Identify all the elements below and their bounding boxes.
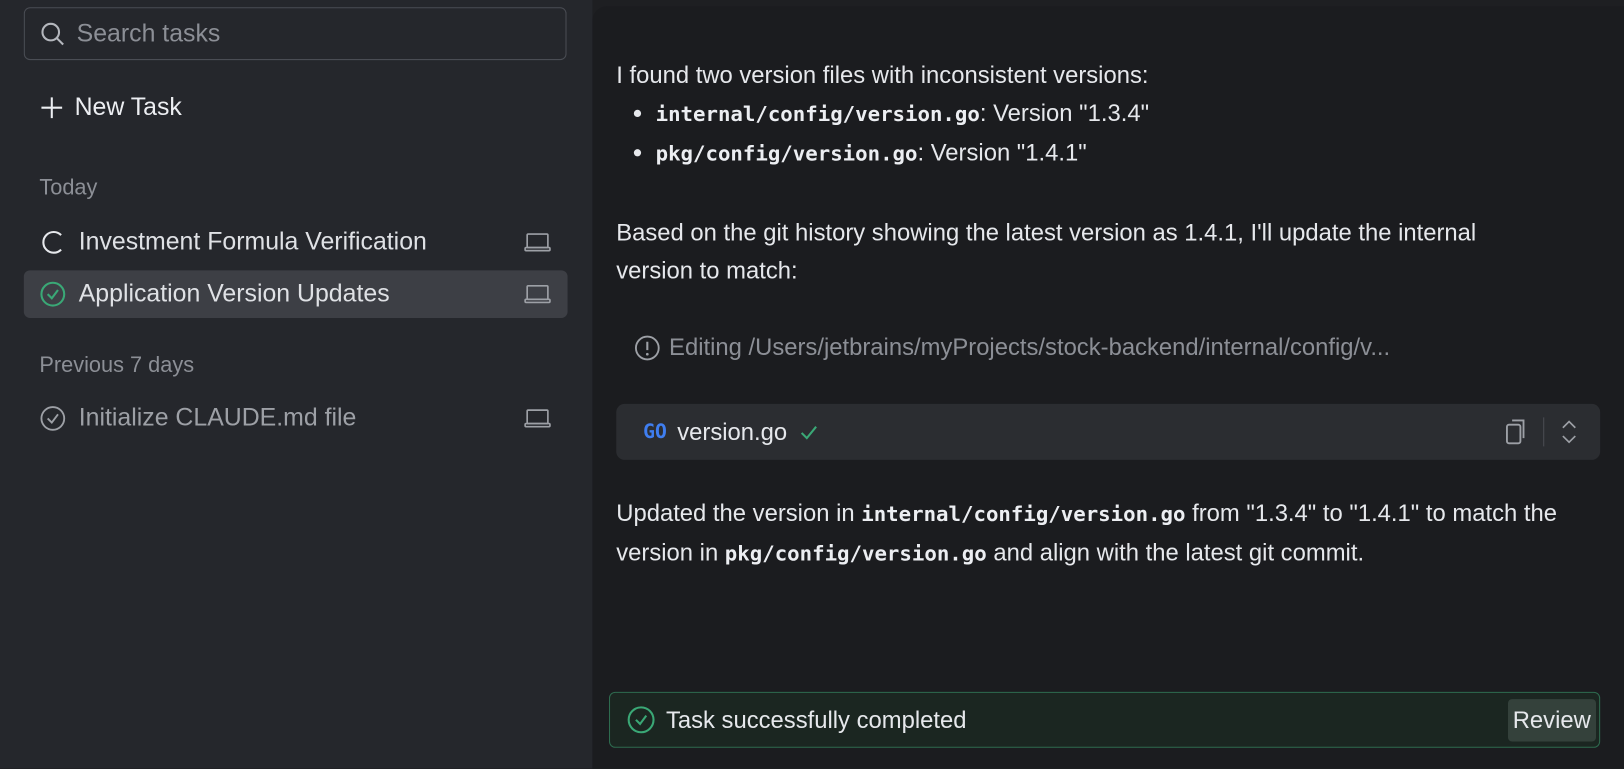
laptop-icon [524,285,551,304]
intro-text: I found two version files with inconsist… [616,61,1149,89]
exclamation-circle-icon [634,335,660,360]
file-path: internal/config/version.go [655,101,980,127]
task-status-banner: Task successfully completed Review [608,691,1601,748]
new-task-label: New Task [74,93,182,122]
file-path: pkg/config/version.go [655,140,918,166]
bullet-item: internal/config/version.go: Version "1.3… [656,94,1149,133]
assistant-message: I found two version files with inconsist… [616,56,1149,173]
section-previous-7-days: Previous 7 days [39,353,195,377]
summary-text: Updated the version in internal/config/v… [616,494,1590,573]
bullet-text: : Version "1.4.1" [917,138,1087,166]
check-circle-icon [40,281,66,307]
editing-text: Editing /Users/jetbrains/myProjects/stoc… [669,333,1391,361]
laptop-icon [524,409,551,428]
review-button[interactable]: Review [1507,698,1597,742]
plus-icon [41,97,63,119]
file-path: pkg/config/version.go [724,540,987,566]
go-file-icon: GO [643,420,667,444]
task-item[interactable]: Initialize CLAUDE.md file [24,395,568,443]
check-circle-icon [627,706,655,734]
search-box[interactable] [23,7,567,61]
summary-part: Updated the version in [616,499,862,527]
copy-icon[interactable] [1504,417,1529,446]
new-task-button[interactable]: New Task [39,93,182,122]
search-icon [41,22,64,45]
task-item-selected[interactable]: Application Version Updates [23,270,568,318]
loading-spinner-icon [42,230,62,254]
laptop-icon [524,233,551,252]
bullet-item: pkg/config/version.go: Version "1.4.1" [656,134,1149,173]
task-label: Investment Formula Verification [78,227,427,256]
summary-part: and align with the latest git commit. [986,538,1365,566]
code-block-header[interactable]: GO version.go [616,403,1601,460]
section-today: Today [39,176,98,200]
chat-panel: I found two version files with inconsist… [592,6,1624,769]
task-item[interactable]: Investment Formula Verification [24,219,568,267]
expand-collapse-icon[interactable] [1559,417,1580,446]
check-circle-icon [40,406,66,431]
paragraph: Based on the git history showing the lat… [616,218,1477,284]
file-name: version.go [677,417,788,445]
status-message: Task successfully completed [665,705,967,733]
editing-notice: Editing /Users/jetbrains/myProjects/stoc… [634,333,1390,361]
divider [1543,417,1545,447]
task-label: Application Version Updates [78,279,390,308]
file-path: internal/config/version.go [861,501,1186,527]
task-label: Initialize CLAUDE.md file [78,403,357,432]
check-icon [800,426,817,440]
bullet-text: : Version "1.3.4" [979,99,1150,127]
sidebar: New Task Today Investment Formula Verifi… [0,0,593,769]
search-input[interactable] [74,18,535,50]
